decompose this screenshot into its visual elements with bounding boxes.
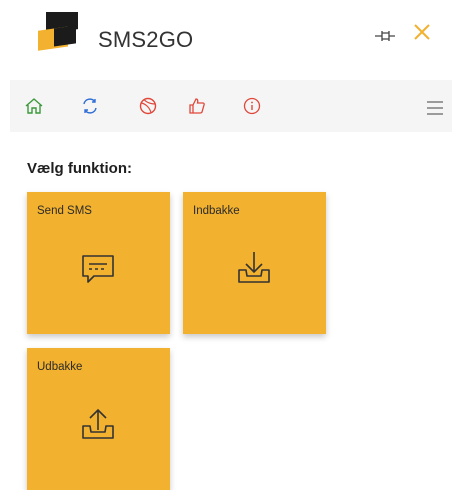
- menu-icon[interactable]: [425, 98, 445, 118]
- info-icon[interactable]: [242, 96, 262, 116]
- home-icon[interactable]: [24, 96, 44, 116]
- inbox-tile[interactable]: Indbakke: [183, 192, 326, 334]
- section-title: Vælg funktion:: [27, 160, 132, 177]
- app-title: SMS2GO: [98, 27, 194, 52]
- header: SMS2GO: [0, 0, 452, 75]
- tile-label: Send SMS: [37, 205, 92, 217]
- sms2go-logo: [38, 12, 78, 51]
- toolbar: [10, 80, 452, 132]
- pin-icon[interactable]: [374, 27, 396, 45]
- tile-label: Indbakke: [193, 205, 240, 217]
- outbox-tile[interactable]: Udbakke: [27, 348, 170, 490]
- thumbs-up-icon[interactable]: [187, 96, 207, 116]
- close-icon[interactable]: [413, 23, 431, 41]
- ball-icon[interactable]: [138, 96, 158, 116]
- inbox-download-icon: [238, 252, 270, 283]
- send-sms-tile[interactable]: Send SMS: [27, 192, 170, 334]
- outbox-upload-icon: [82, 408, 114, 439]
- tile-label: Udbakke: [37, 361, 83, 373]
- sync-icon[interactable]: [80, 96, 100, 116]
- sms-message-icon: [82, 255, 114, 283]
